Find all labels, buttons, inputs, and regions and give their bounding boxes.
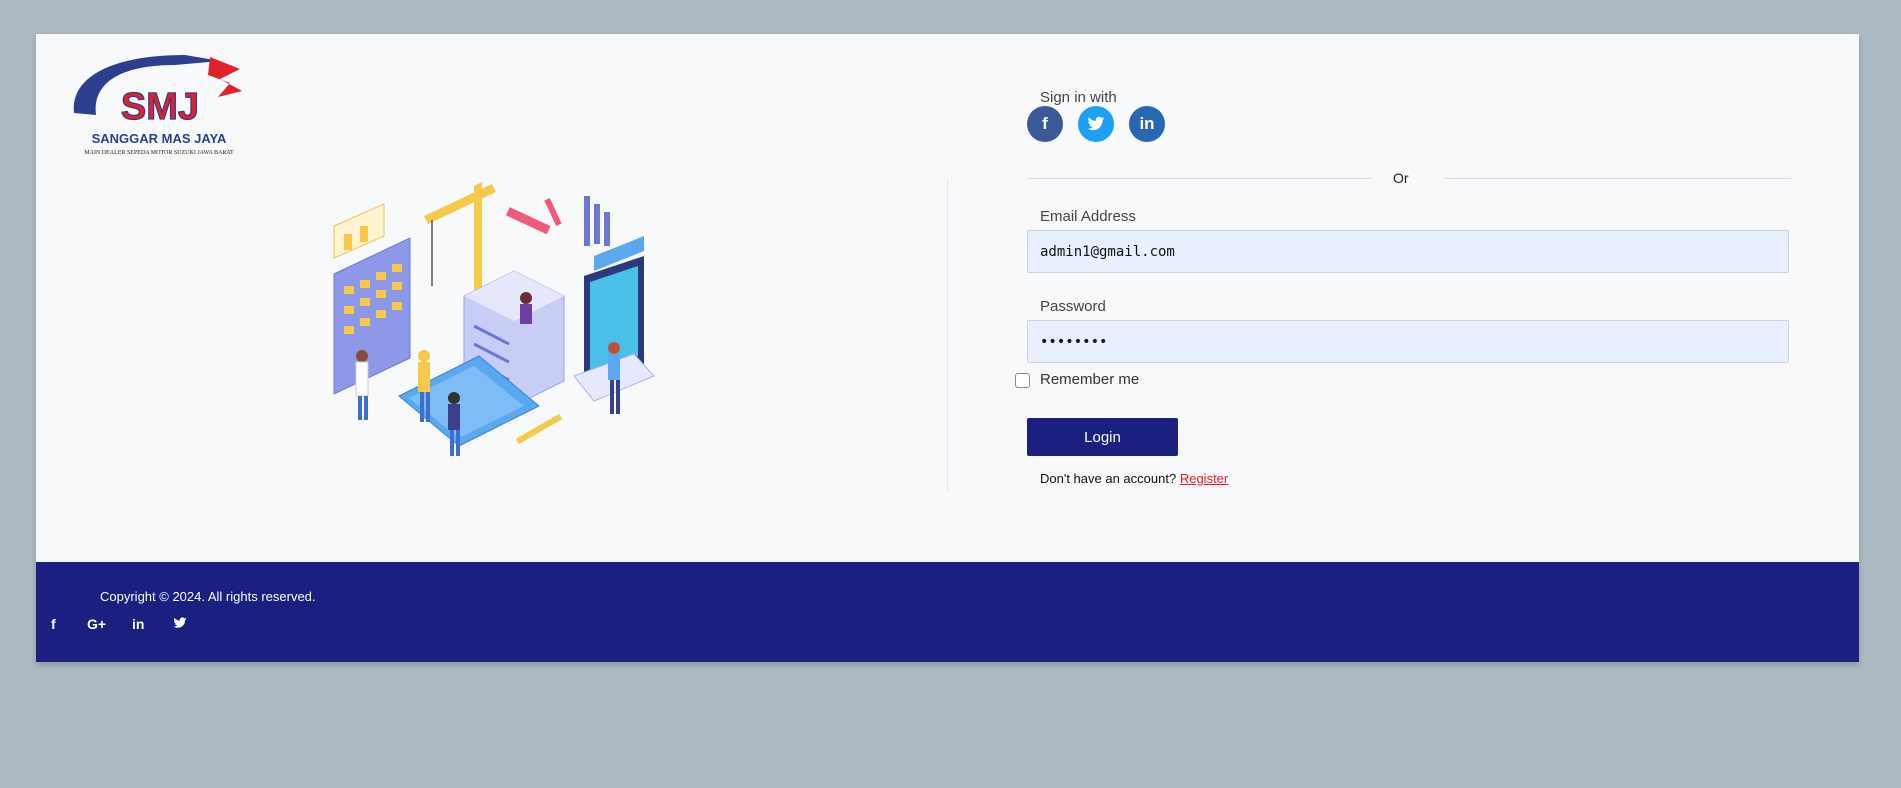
remember-me-label[interactable]: Remember me [1040, 371, 1139, 388]
svg-text:SMJ: SMJ [121, 86, 199, 128]
email-field[interactable]: admin1@gmail.com [1027, 230, 1789, 273]
smj-logo: SMJ SANGGAR MAS JAYA MAIN DEALER SEPEDA … [73, 55, 242, 156]
password-label: Password [1040, 298, 1106, 315]
sign-in-with-label: Sign in with [1040, 89, 1117, 106]
linkedin-icon[interactable]: in [132, 616, 144, 632]
person-server [520, 292, 532, 324]
no-account-text: Don't have an account? [1040, 471, 1177, 486]
svg-text:SANGGAR MAS JAYA: SANGGAR MAS JAYA [92, 131, 227, 146]
facebook-icon[interactable]: f [51, 616, 56, 632]
footer: Copyright © 2024. All rights reserved. f… [36, 562, 1859, 662]
developers-illustration [333, 182, 655, 456]
register-link[interactable]: Register [1180, 471, 1228, 486]
email-label: Email Address [1040, 208, 1136, 225]
left-dashboard-panel [333, 237, 411, 395]
or-divider: Or [1027, 168, 1791, 188]
facebook-icon[interactable]: f [1027, 106, 1063, 142]
or-line-left [1027, 178, 1371, 179]
copyright-text: Copyright © 2024. All rights reserved. [100, 589, 316, 604]
svg-text:MAIN DEALER SEPEDA MOTOR SUZUK: MAIN DEALER SEPEDA MOTOR SUZUKI JAWA BAR… [84, 150, 234, 156]
login-card: SMJ SANGGAR MAS JAYA MAIN DEALER SEPEDA … [36, 34, 1859, 562]
or-text: Or [1393, 170, 1409, 186]
twitter-icon[interactable] [173, 616, 187, 632]
person-developer [448, 392, 460, 456]
linkedin-icon[interactable]: in [1129, 106, 1165, 142]
register-prompt: Don't have an account? Register [1040, 471, 1228, 486]
password-field[interactable]: •••••••• [1027, 320, 1789, 363]
remember-me-checkbox[interactable] [1015, 373, 1030, 388]
or-line-right [1445, 178, 1791, 179]
google-plus-icon[interactable]: G+ [87, 616, 106, 632]
twitter-icon[interactable] [1078, 106, 1114, 142]
login-button[interactable]: Login [1027, 418, 1178, 456]
vertical-divider [947, 179, 948, 491]
